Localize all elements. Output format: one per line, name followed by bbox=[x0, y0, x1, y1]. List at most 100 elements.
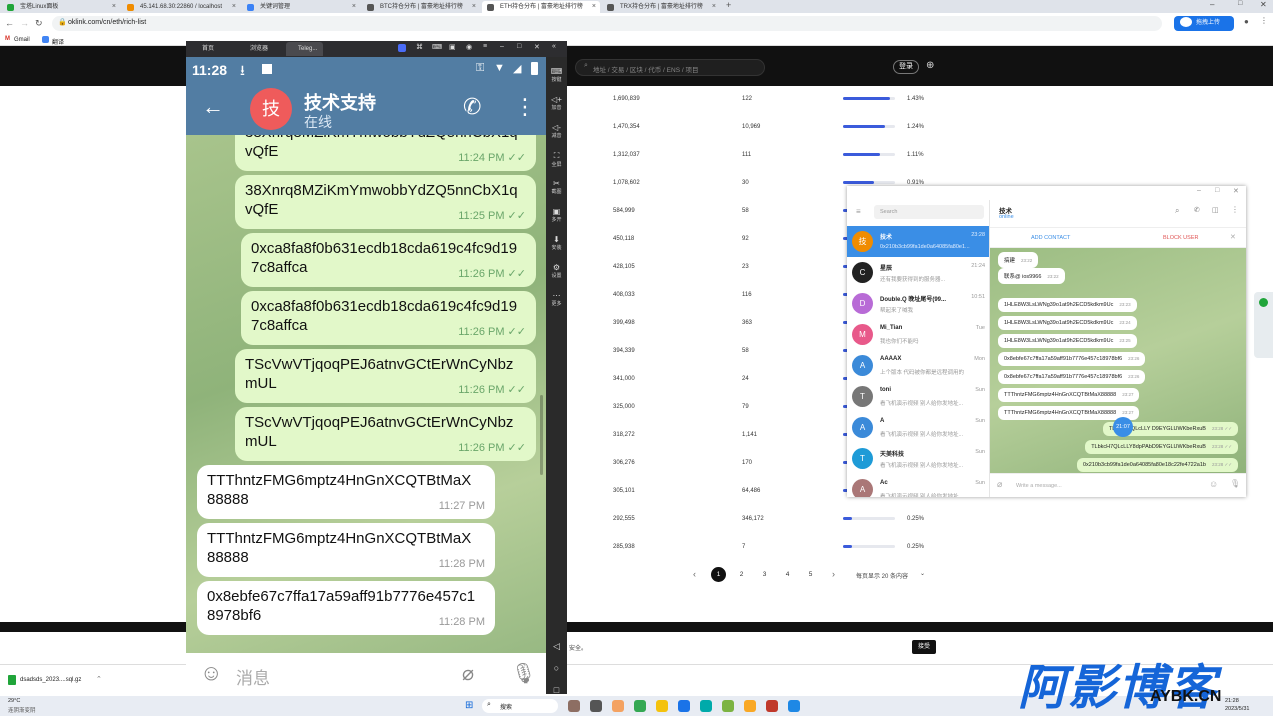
profile-icon[interactable]: ● bbox=[1244, 17, 1249, 26]
tg-message-input[interactable]: Write a message... bbox=[1016, 483, 1062, 489]
close-button[interactable]: ✕ bbox=[534, 43, 540, 51]
page-button[interactable]: 5 bbox=[803, 567, 818, 582]
phone-icon[interactable]: ✆ bbox=[1194, 206, 1200, 214]
tg-chat-item[interactable]: A AAAAX 上个版本 代码被你都是远程调用的 Mon bbox=[847, 350, 989, 381]
more-vert-icon[interactable]: ⋮ bbox=[514, 94, 536, 120]
emulator-sidebar-button[interactable]: ◁- 减音 bbox=[546, 121, 567, 143]
close-window-button[interactable]: ✕ bbox=[1260, 0, 1267, 9]
maximize-button[interactable]: □ bbox=[1215, 187, 1219, 194]
tg-message[interactable]: 0x8ebfe67c7ffa17a59aff91b7776e457c18978b… bbox=[998, 370, 1146, 384]
taskbar-app-icon[interactable] bbox=[634, 700, 646, 712]
tg-chat-item[interactable]: 技 技术 0x210b3cb99fa1de0a64085fa80e1... 23:28 bbox=[847, 226, 989, 257]
taskbar-app-icon[interactable] bbox=[722, 700, 734, 712]
emulator-sidebar-button[interactable]: ✂ 截图 bbox=[546, 177, 567, 199]
page-button[interactable]: 3 bbox=[757, 567, 772, 582]
tg-message[interactable]: 1HLE8W3LsLWNg39o1at9h2ECD5kdkm9Uc 23:23 bbox=[998, 298, 1137, 312]
message-bubble[interactable]: 38Xnrq8MZiKmYmwobbYdZQ5nnCbX1qvQfE11:24 … bbox=[235, 135, 536, 171]
close-icon[interactable]: × bbox=[352, 1, 356, 13]
block-user-button[interactable]: BLOCK USER bbox=[1163, 235, 1198, 241]
message-bubble[interactable]: TTThntzFMG6mptz4HnGnXCQTBtMaX88888 11:28 … bbox=[197, 523, 495, 577]
page-button[interactable]: 4 bbox=[780, 567, 795, 582]
emulator-app-icon[interactable] bbox=[398, 44, 406, 52]
emu-menu-icon[interactable]: ≡ bbox=[483, 43, 487, 50]
emulator-sidebar-button[interactable]: ⋯ 更多 bbox=[546, 289, 567, 311]
close-icon[interactable]: × bbox=[592, 1, 596, 13]
attach-icon[interactable]: ⌀ bbox=[462, 661, 474, 686]
camera-icon[interactable]: ◉ bbox=[466, 43, 472, 51]
tg-message[interactable]: 联系@ ios9966 23:22 bbox=[998, 268, 1065, 284]
microphone-icon[interactable]: 🎙 bbox=[511, 661, 536, 686]
nav-button-icon[interactable]: ◁ bbox=[546, 641, 567, 663]
emoji-icon[interactable]: ☺ bbox=[1209, 479, 1218, 489]
browser-tab[interactable]: 关键词管理 × bbox=[242, 1, 360, 13]
close-icon[interactable]: ✕ bbox=[1230, 233, 1236, 241]
page-button[interactable]: 1 bbox=[711, 567, 726, 582]
close-icon[interactable]: × bbox=[112, 1, 116, 13]
chevron-up-icon[interactable]: ⌃ bbox=[96, 675, 102, 683]
maximize-button[interactable]: □ bbox=[1238, 0, 1242, 7]
download-file-name[interactable]: dsadsds_2023....sql.gz bbox=[20, 677, 81, 683]
windows-start-icon[interactable]: ⊞ bbox=[465, 700, 473, 711]
bookmark-translate[interactable]: 翻译 bbox=[52, 37, 64, 46]
microphone-icon[interactable]: 🎙 bbox=[1230, 479, 1240, 488]
emulator-tab[interactable]: 浏览器 bbox=[238, 42, 274, 56]
tg-chat-item[interactable]: D Double.Q 晚址尾号(99... 帮起来了喊我 10:51 bbox=[847, 288, 989, 319]
nav-button-icon[interactable]: □ bbox=[546, 685, 567, 694]
forward-arrow-icon[interactable]: → bbox=[20, 18, 29, 28]
menu-dots-icon[interactable]: ⋮ bbox=[1260, 16, 1268, 25]
reload-icon[interactable]: ↻ bbox=[35, 18, 43, 29]
more-icon[interactable]: ⋮ bbox=[1231, 205, 1239, 214]
back-arrow-icon[interactable]: ← bbox=[5, 18, 14, 28]
keyboard-icon[interactable]: ⌨ bbox=[432, 43, 442, 51]
nav-button-icon[interactable]: ○ bbox=[546, 663, 567, 685]
browser-tab[interactable]: TRX持仓分布 | 富豪地址排行榜 × bbox=[602, 1, 720, 13]
message-bubble[interactable]: TTThntzFMG6mptz4HnGnXCQTBtMaX88888 11:27 … bbox=[197, 465, 495, 519]
next-page-button[interactable]: › bbox=[832, 569, 835, 579]
sidebar-toggle-icon[interactable]: ◫ bbox=[1212, 206, 1219, 214]
minimize-button[interactable]: – bbox=[1197, 187, 1201, 194]
tg-search-input[interactable]: Search bbox=[874, 205, 984, 219]
taskbar-app-icon[interactable] bbox=[656, 700, 668, 712]
tg-chat-item[interactable]: M Mi_Tian 我也你们不能吗 Tue bbox=[847, 319, 989, 350]
hamburger-icon[interactable]: ≡ bbox=[856, 207, 861, 216]
tg-chat-item[interactable]: A A 看飞机演示视频 别人给你发地址... Sun bbox=[847, 412, 989, 443]
phone-call-icon[interactable]: ✆ bbox=[463, 94, 481, 120]
tg-chat-item[interactable]: Ttoni 看飞机演示视频 别人给你发地址... Sun bbox=[847, 381, 989, 412]
tg-chat-item[interactable]: T 天美科技 看飞机演示视频 别人给你发地址... Sun bbox=[847, 443, 989, 474]
tg-chat-item[interactable]: A Ac 看飞机演示视频 别人给你发地址... Sun bbox=[847, 474, 989, 497]
message-bubble[interactable]: 0xca8fa8f0b631ecdb18cda619c4fc9d197c8aff… bbox=[241, 291, 536, 345]
scroll-indicator[interactable] bbox=[540, 395, 543, 475]
close-icon[interactable]: × bbox=[472, 1, 476, 13]
close-button[interactable]: ✕ bbox=[1233, 187, 1239, 195]
emulator-sidebar-button[interactable]: ◁+ 加音 bbox=[546, 93, 567, 115]
emulator-tab[interactable]: Teleg... bbox=[286, 42, 324, 56]
message-input[interactable]: 消息 bbox=[236, 664, 270, 689]
emulator-sidebar-button[interactable]: ⬇ 安装 bbox=[546, 233, 567, 255]
attach-icon[interactable]: ⌀ bbox=[997, 479, 1002, 490]
emulator-tab[interactable]: 首页 bbox=[190, 42, 220, 56]
message-bubble[interactable]: TScVwVTjqoqPEJ6atnvGCtErWnCyNbzmUL 11:26 … bbox=[235, 349, 536, 403]
emulator-sidebar-button[interactable]: ⌨ 按键 bbox=[546, 65, 567, 87]
close-icon[interactable]: × bbox=[712, 1, 716, 13]
tg-message[interactable]: 1HLE8W3LsLWNg39o1at9h2ECD5kdkm9Uc 23:24 bbox=[998, 316, 1137, 330]
taskbar-app-icon[interactable] bbox=[744, 700, 756, 712]
maximize-button[interactable]: □ bbox=[517, 43, 521, 50]
login-button[interactable]: 登录 bbox=[893, 60, 919, 74]
add-contact-button[interactable]: ADD CONTACT bbox=[1031, 235, 1070, 241]
close-icon[interactable]: × bbox=[232, 1, 236, 13]
tg-message[interactable]: 0x8ebfe67c7ffa17a59aff91b7776e457c18978b… bbox=[998, 352, 1146, 366]
globe-icon[interactable]: ⊕ bbox=[926, 60, 934, 71]
side-floating-widget[interactable] bbox=[1254, 292, 1273, 358]
prev-page-button[interactable]: ‹ bbox=[693, 569, 696, 579]
taskbar-app-icon[interactable] bbox=[678, 700, 690, 712]
taskbar-app-icon[interactable] bbox=[568, 700, 580, 712]
browser-tab[interactable]: 宝塔Linux面板 × bbox=[2, 1, 120, 13]
chat-avatar[interactable]: 技 bbox=[250, 88, 292, 130]
new-tab-button[interactable]: + bbox=[726, 0, 731, 10]
tg-message[interactable]: TLbkcH7QLcLLY8dpPAbD9EYGLUWKbeRxuB 23:28 … bbox=[1085, 440, 1238, 454]
per-page-select[interactable]: 每页显示 20 条内容 bbox=[856, 571, 908, 580]
minimize-button[interactable]: – bbox=[1210, 0, 1214, 9]
taskbar-app-icon[interactable] bbox=[590, 700, 602, 712]
tg-message[interactable]: TTThntzFMG6mptz4HnGnXCQTBtMaX88888 23:27 bbox=[998, 388, 1140, 402]
page-button[interactable]: 2 bbox=[734, 567, 749, 582]
